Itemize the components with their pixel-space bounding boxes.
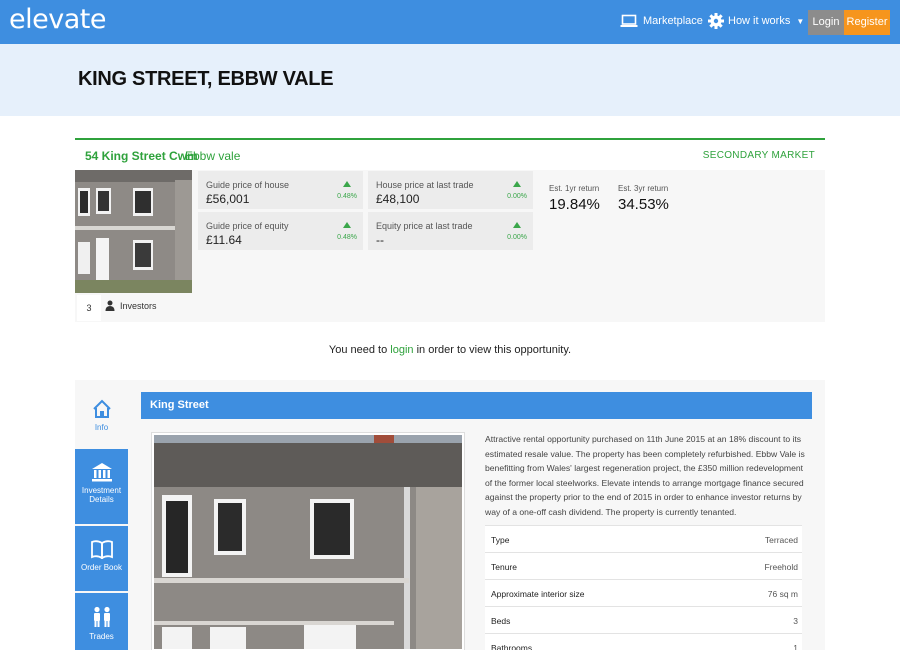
detail-key: Bathrooms: [491, 643, 533, 650]
return-1yr: Est. 1yr return 19.84%: [549, 184, 600, 213]
stat-change: 0.48%: [337, 234, 357, 241]
stat-label: House price at last trade: [376, 180, 474, 190]
stat-label: Guide price of equity: [206, 221, 289, 231]
property-card-header: 54 King Street Cwm Ebbw vale SECONDARY M…: [75, 140, 825, 170]
up-arrow-icon: [343, 181, 351, 187]
return-label: Est. 3yr return: [618, 184, 669, 193]
tab-label: Trades: [89, 632, 114, 641]
investor-person-icon: [105, 300, 115, 311]
property-card: 54 King Street Cwm Ebbw vale SECONDARY M…: [75, 138, 825, 650]
tab-trades[interactable]: Trades: [75, 593, 128, 650]
property-name[interactable]: 54 King Street Cwm: [85, 149, 198, 163]
detail-row-beds: Beds 3: [485, 606, 802, 633]
elevate-logo[interactable]: elevate: [9, 4, 106, 35]
detail-value: 76 sq m: [767, 589, 798, 599]
detail-value: Terraced: [764, 535, 798, 545]
login-required-message: You need to login in order to view this …: [75, 344, 825, 356]
stat-label: Equity price at last trade: [376, 221, 473, 231]
tab-label: Order Book: [81, 563, 122, 572]
nav-how-it-works-dropdown[interactable]: How it works ▼: [708, 13, 804, 29]
return-value: 19.84%: [549, 196, 600, 213]
tab-label: Investment Details: [81, 486, 122, 504]
detail-key: Type: [491, 535, 510, 545]
stat-change: 0.48%: [337, 193, 357, 200]
up-arrow-icon: [343, 222, 351, 228]
laptop-icon: [620, 14, 638, 27]
panel-title: King Street: [150, 399, 209, 411]
nav-how-it-works-label: How it works: [728, 15, 791, 27]
investors-count: 3: [77, 295, 101, 321]
stat-value: £11.64: [206, 233, 242, 247]
up-arrow-icon: [513, 181, 521, 187]
tab-order-book[interactable]: Order Book: [75, 526, 128, 591]
register-button[interactable]: Register: [844, 10, 890, 35]
stat-change: 0.00%: [507, 234, 527, 241]
top-navbar: elevate Marketplace How it works ▼ Login…: [0, 0, 900, 44]
return-3yr: Est. 3yr return 34.53%: [618, 184, 669, 213]
detail-row-tenure: Tenure Freehold: [485, 552, 802, 579]
people-icon: [93, 606, 110, 627]
message-text-before: You need to: [328, 344, 391, 356]
detail-key: Approximate interior size: [491, 589, 585, 599]
login-link[interactable]: login: [390, 344, 413, 356]
tab-label: Info: [94, 423, 109, 432]
property-thumbnail[interactable]: [75, 170, 192, 293]
return-value: 34.53%: [618, 196, 669, 213]
nav-marketplace-link[interactable]: Marketplace: [620, 14, 703, 28]
caret-down-icon: ▼: [796, 16, 805, 26]
panel-title-bar: King Street: [141, 392, 812, 419]
stat-guide-price-equity: Guide price of equity £11.64 0.48%: [198, 212, 363, 250]
detail-row-type: Type Terraced: [485, 525, 802, 552]
property-photo[interactable]: [151, 432, 465, 650]
detail-key: Tenure: [491, 562, 517, 572]
investors-label: Investors: [120, 300, 157, 311]
page-title: KING STREET, EBBW VALE: [78, 68, 334, 90]
bank-icon: [91, 463, 112, 482]
detail-row-bathrooms: Bathrooms 1: [485, 633, 802, 650]
page-header: KING STREET, EBBW VALE: [0, 44, 900, 116]
stat-label: Guide price of house: [206, 180, 290, 190]
stat-house-price-last-trade: House price at last trade £48,100 0.00%: [368, 171, 533, 209]
tab-info[interactable]: Info: [75, 392, 128, 447]
gear-icon: [708, 13, 724, 29]
home-icon: [92, 399, 111, 418]
login-button[interactable]: Login: [808, 10, 844, 35]
property-description: Attractive rental opportunity purchased …: [485, 434, 805, 517]
market-badge: SECONDARY MARKET: [702, 150, 815, 161]
login-message-area: You need to login in order to view this …: [75, 322, 825, 380]
stat-value: £56,001: [206, 192, 250, 206]
up-arrow-icon: [513, 222, 521, 228]
detail-value: 1: [793, 643, 798, 650]
stat-guide-price-house: Guide price of house £56,001 0.48%: [198, 171, 363, 209]
stat-value: £48,100: [376, 192, 420, 206]
investors-label-group: Investors: [105, 300, 157, 311]
detail-key: Beds: [491, 616, 511, 626]
book-icon: [90, 540, 113, 559]
detail-value: 3: [793, 616, 798, 626]
stat-change: 0.00%: [507, 193, 527, 200]
return-label: Est. 1yr return: [549, 184, 600, 193]
stat-equity-price-last-trade: Equity price at last trade -- 0.00%: [368, 212, 533, 250]
detail-row-interior-size: Approximate interior size 76 sq m: [485, 579, 802, 606]
tab-investment-details[interactable]: Investment Details: [75, 449, 128, 524]
property-location: Ebbw vale: [185, 149, 241, 163]
nav-marketplace-label: Marketplace: [643, 15, 703, 27]
message-text-after: in order to view this opportunity.: [413, 344, 572, 356]
stat-value: --: [376, 233, 384, 247]
detail-value: Freehold: [764, 562, 798, 572]
